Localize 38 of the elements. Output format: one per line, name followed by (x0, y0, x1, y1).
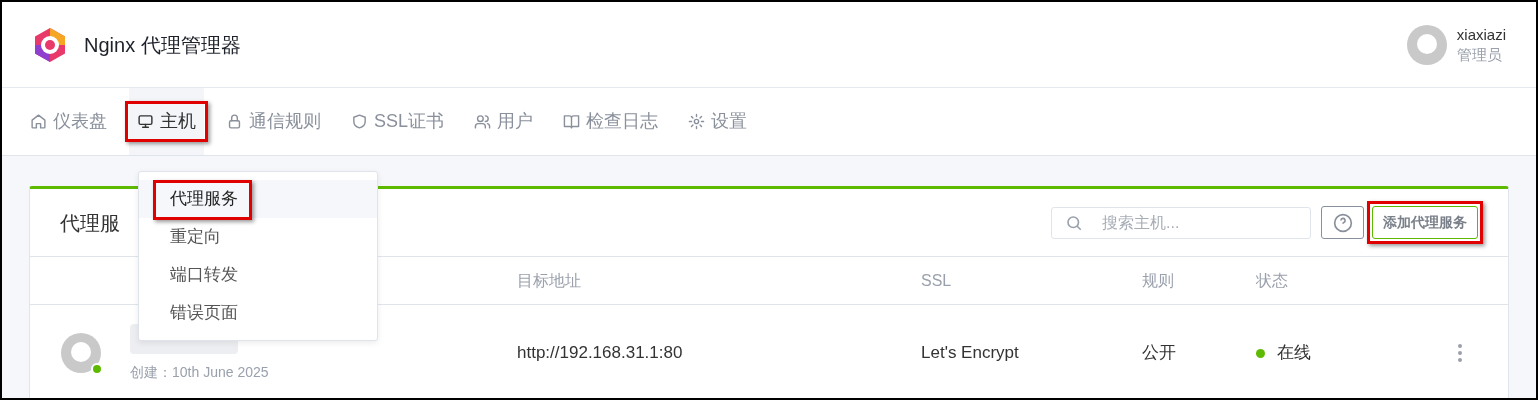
created-date: 创建：10th June 2025 (130, 362, 270, 382)
nav-tab[interactable]: 设置 (680, 88, 756, 155)
shield-icon (351, 113, 368, 130)
menu-item[interactable]: 代理服务 (139, 180, 377, 218)
column-header: 状态 (1256, 271, 1288, 289)
rule-cell: 公开 (1142, 343, 1176, 363)
search-field[interactable]: 搜索主机... (1051, 206, 1311, 239)
column-header: 规则 (1142, 271, 1174, 289)
nav-tab[interactable]: 仪表盘 (22, 88, 115, 155)
home-icon (30, 113, 47, 130)
nav-tab[interactable]: SSL证书 (343, 88, 453, 155)
help-button[interactable] (1321, 206, 1364, 239)
search-icon (1065, 213, 1083, 232)
users-icon (474, 113, 492, 130)
help-icon (1332, 212, 1353, 233)
settings-icon (688, 113, 706, 130)
user-name: xiaxiazi (1456, 24, 1506, 45)
add-proxy-button[interactable]: 添加代理服务 (1372, 206, 1478, 239)
user-role: 管理员 (1456, 44, 1503, 65)
avatar-icon[interactable] (1406, 24, 1447, 65)
nav-tab[interactable]: 通信规则 (218, 88, 329, 155)
destination-cell: http://192.168.31.1:80 (517, 343, 683, 363)
nav-tab[interactable]: 检查日志 (555, 88, 667, 155)
book-icon (563, 113, 581, 130)
logo-icon (32, 26, 68, 63)
app-title: Nginx 代理管理器 (84, 32, 241, 58)
nav-tab[interactable]: 用户 (466, 88, 542, 155)
ssl-cell: Let's Encrypt (921, 343, 1019, 363)
menu-item[interactable]: 错误页面 (139, 294, 377, 332)
monitor-icon (137, 113, 154, 130)
status-cell-text: 在线 (1277, 342, 1311, 365)
card-title: 代理服 (60, 210, 120, 236)
lock-icon (226, 113, 243, 130)
menu-item[interactable]: 重定向 (139, 218, 377, 256)
column-header: SSL (921, 271, 952, 289)
more-icon[interactable] (1458, 344, 1462, 362)
menu-item[interactable]: 端口转发 (139, 256, 377, 294)
column-header: 目标地址 (517, 271, 581, 289)
